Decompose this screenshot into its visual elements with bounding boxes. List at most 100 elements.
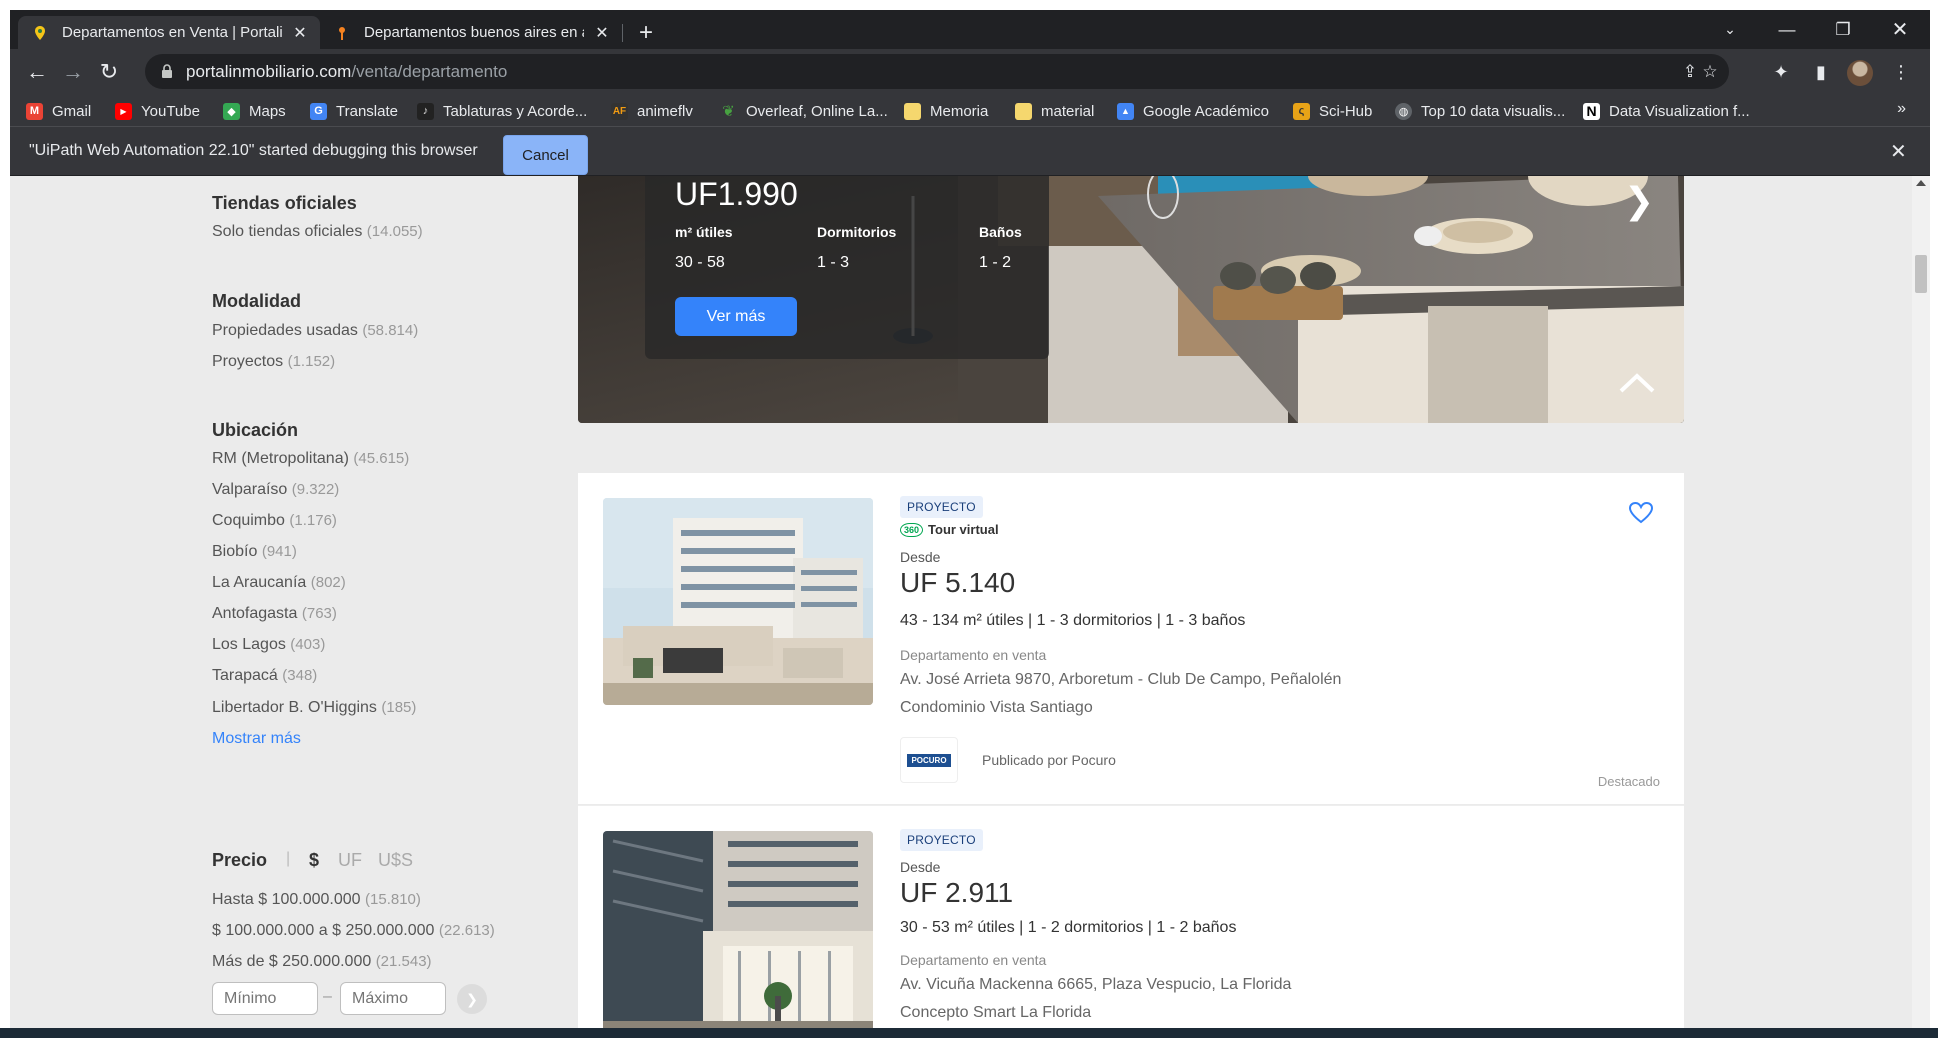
scroll-up-arrow-icon[interactable] (1916, 180, 1926, 186)
taskbar-strip (0, 1028, 1938, 1038)
restore-icon[interactable]: ❐ (1815, 10, 1871, 49)
tour-virtual[interactable]: 360 Tour virtual (900, 522, 999, 537)
filter-item-price[interactable]: Más de $ 250.000.000 (21.543) (212, 953, 432, 971)
listing-title[interactable]: Concepto Smart La Florida (900, 1004, 1091, 1022)
price-min-input[interactable] (212, 982, 318, 1015)
extensions-puzzle-icon[interactable]: ✦ (1769, 60, 1793, 84)
more-bookmarks-chevron-icon[interactable]: » (1897, 100, 1906, 118)
currency-separator: | (286, 850, 291, 867)
listing-price[interactable]: UF 2.911 (900, 877, 1013, 909)
filter-item-tiendas[interactable]: Solo tiendas oficiales (14.055) (212, 223, 423, 241)
carousel-next-chevron-icon[interactable]: ❯ (1624, 180, 1654, 222)
bookmark-overleaf[interactable]: ❦ Overleaf, Online La... (720, 101, 888, 121)
filter-item-location[interactable]: Libertador B. O'Higgins (185) (212, 699, 416, 717)
show-more-link[interactable]: Mostrar más (212, 730, 301, 748)
pin-favicon-icon (339, 26, 345, 40)
filter-item-location[interactable]: Los Lagos (403) (212, 636, 325, 654)
close-icon[interactable]: ✕ (592, 23, 612, 43)
bookmark-tablaturas[interactable]: ♪ Tablaturas y Acorde... (417, 101, 587, 121)
filter-item-location[interactable]: Coquimbo (1.176) (212, 512, 337, 530)
ver-mas-button[interactable]: Ver más (675, 297, 797, 336)
bookmark-scihub[interactable]: ς Sci-Hub (1293, 101, 1372, 121)
address-bar[interactable]: portalinmobiliario.com/venta/departament… (145, 54, 1729, 89)
listing-type: Departamento en venta (900, 952, 1047, 968)
scrollbar-thumb[interactable] (1915, 255, 1927, 293)
bookmark-translate[interactable]: G Translate (310, 101, 398, 121)
tab-departamentos-buenos-aires[interactable]: Departamentos buenos aires en arriendo ✕ (320, 16, 622, 49)
close-icon[interactable]: ✕ (290, 23, 310, 43)
tab-title: Departamentos en Venta | Portalinmobilia… (62, 24, 282, 41)
infobar-message: "UiPath Web Automation 22.10" started de… (29, 142, 478, 159)
cancel-button[interactable]: Cancel (503, 135, 588, 175)
bookmark-material[interactable]: material (1015, 101, 1094, 121)
bookmark-gmail[interactable]: M Gmail (26, 101, 91, 121)
filter-item-location[interactable]: Biobío (941) (212, 543, 297, 561)
url-text: portalinmobiliario.com/venta/departament… (186, 62, 507, 82)
overleaf-icon: ❦ (722, 103, 735, 120)
filter-title-modalidad: Modalidad (212, 291, 301, 311)
currency-tab-usd[interactable]: U$S (378, 850, 413, 871)
currency-tab-uf[interactable]: UF (338, 850, 362, 871)
bookmark-google-academico[interactable]: ▲ Google Académico (1117, 101, 1269, 121)
scholar-icon: ▲ (1117, 102, 1134, 120)
guitar-icon: ♪ (417, 102, 434, 120)
tour-360-icon: 360 (900, 522, 924, 537)
hero-value-bathrooms: 1 - 2 (979, 254, 1012, 271)
side-panel-icon[interactable]: ▮ (1809, 60, 1833, 84)
filter-item-location[interactable]: Valparaíso (9.322) (212, 481, 339, 499)
price-range-dash: – (323, 988, 332, 1005)
filter-item-location[interactable]: RM (Metropolitana) (45.615) (212, 450, 409, 468)
hero-price: UF1.990 (675, 176, 798, 212)
notion-icon: N (1583, 102, 1600, 120)
bookmark-star-icon[interactable]: ☆ (1700, 62, 1720, 82)
menu-kebab-icon[interactable]: ⋮ (1889, 60, 1913, 84)
browser-window: Departamentos en Venta | Portalinmobilia… (10, 10, 1930, 1038)
profile-avatar[interactable] (1847, 60, 1873, 86)
listing-card[interactable]: PROYECTO Desde UF 2.911 30 - 53 m² útile… (578, 805, 1684, 1038)
tab-title: Departamentos buenos aires en arriendo (364, 24, 584, 41)
listing-attributes: 30 - 53 m² útiles | 1 - 2 dormitorios | … (900, 919, 1237, 936)
new-tab-plus-icon[interactable]: + (632, 19, 660, 47)
currency-tab-clp[interactable]: $ (309, 850, 319, 871)
minimize-icon[interactable]: — (1759, 10, 1815, 49)
filter-item-location[interactable]: La Araucanía (802) (212, 574, 346, 592)
forward-arrow-icon[interactable]: → (58, 57, 88, 87)
filter-item-price[interactable]: $ 100.000.000 a $ 250.000.000 (22.613) (212, 922, 495, 940)
collapse-chevron-up-icon[interactable] (1618, 371, 1656, 395)
listing-photo[interactable] (603, 831, 873, 1038)
listing-card[interactable]: PROYECTO 360 Tour virtual Desde UF 5.140 … (578, 473, 1684, 804)
favorite-heart-icon[interactable] (1628, 501, 1654, 525)
filter-item-usadas[interactable]: Propiedades usadas (58.814) (212, 322, 418, 340)
back-arrow-icon[interactable]: ← (22, 57, 52, 87)
bookmark-data-visualization[interactable]: N Data Visualization f... (1583, 101, 1750, 121)
filter-item-proyectos[interactable]: Proyectos (1.152) (212, 353, 335, 371)
close-infobar-icon[interactable]: ✕ (1890, 139, 1907, 164)
tab-portalinmobiliario[interactable]: Departamentos en Venta | Portalinmobilia… (18, 16, 320, 49)
page-scrollbar[interactable] (1912, 176, 1930, 1038)
chevron-right-icon[interactable]: ❯ (457, 984, 487, 1014)
project-badge: PROYECTO (900, 496, 983, 518)
tab-strip: Departamentos en Venta | Portalinmobilia… (10, 10, 1930, 49)
price-max-input[interactable] (340, 982, 446, 1015)
bookmark-memoria[interactable]: Memoria (904, 101, 988, 121)
filter-item-price[interactable]: Hasta $ 100.000.000 (15.810) (212, 891, 421, 909)
listing-price[interactable]: UF 5.140 (900, 567, 1015, 599)
reload-icon[interactable]: ↻ (94, 57, 124, 87)
bookmarks-bar: M Gmail ▶ YouTube ◆ Maps G Translate ♪ Tablat… (10, 94, 1930, 127)
publisher-logo[interactable]: POCURO (900, 737, 958, 783)
share-icon[interactable]: ⇪ (1680, 62, 1700, 82)
window-close-icon[interactable]: ✕ (1872, 10, 1928, 49)
bookmark-top10[interactable]: ◍ Top 10 data visualis... (1395, 101, 1565, 121)
tab-search-chevron-icon[interactable]: ⌄ (1702, 10, 1758, 49)
listing-title[interactable]: Condominio Vista Santiago (900, 699, 1093, 717)
translate-icon: G (310, 102, 327, 120)
filter-item-location[interactable]: Tarapacá (348) (212, 667, 317, 685)
desktop-edge (0, 0, 10, 1038)
bookmark-animeflv[interactable]: AF animeflv (611, 101, 693, 121)
bookmark-maps[interactable]: ◆ Maps (223, 101, 286, 121)
filter-item-location[interactable]: Antofagasta (763) (212, 605, 337, 623)
map-pin-favicon-icon (35, 25, 45, 40)
listing-photo[interactable] (603, 498, 873, 705)
listing-attributes: 43 - 134 m² útiles | 1 - 3 dormitorios |… (900, 612, 1246, 629)
bookmark-youtube[interactable]: ▶ YouTube (115, 101, 200, 121)
